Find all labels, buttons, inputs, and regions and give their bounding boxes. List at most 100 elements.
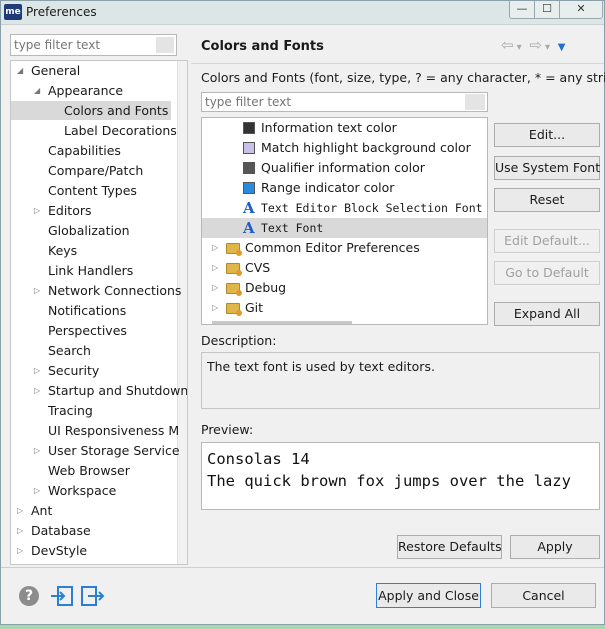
tree-item[interactable]: ▷ Debug (202, 278, 487, 298)
minimize-button[interactable]: — (509, 1, 535, 19)
sidebar-item-label: Database (31, 523, 91, 538)
sidebar-item[interactable]: ▷ Workspace (11, 481, 179, 500)
sidebar-item[interactable]: ▷ Ant (11, 501, 179, 520)
tree-item[interactable]: Range indicator color (202, 178, 487, 198)
sidebar-item[interactable]: Keys (11, 241, 179, 260)
tree-item[interactable]: ▷ CVS (202, 258, 487, 278)
font-icon: A (243, 199, 255, 217)
export-icon[interactable] (80, 584, 106, 608)
sidebar-item[interactable]: ▷ Startup and Shutdown (11, 381, 187, 400)
collapsed-arrow-icon[interactable]: ▷ (17, 501, 23, 520)
sidebar-item-label: Keys (48, 243, 78, 258)
preview-box: Consolas 14 The quick brown fox jumps ov… (201, 442, 600, 510)
header-separator (191, 63, 604, 64)
collapsed-arrow-icon[interactable]: ▷ (34, 481, 40, 500)
go-to-default-button[interactable]: Go to Default (494, 261, 600, 285)
sidebar-item[interactable]: ▷ Editors (11, 201, 179, 220)
cancel-button[interactable]: Cancel (491, 583, 596, 608)
sidebar-item-label: Web Browser (48, 463, 130, 478)
sidebar-item[interactable]: UI Responsiveness M (11, 421, 179, 440)
tree-item[interactable]: Match highlight background color (202, 138, 487, 158)
sidebar-item[interactable]: Search (11, 341, 179, 360)
preferences-tree: ◢ General ◢ Appearance Colors and Fonts Label… (10, 60, 188, 565)
collapsed-arrow-icon[interactable]: ▷ (212, 278, 218, 298)
folder-icon (226, 243, 242, 256)
sidebar-item[interactable]: ▷ Database (11, 521, 179, 540)
sidebar-item[interactable]: Globalization (11, 221, 179, 240)
tree-item-label: Debug (245, 280, 287, 295)
collapsed-arrow-icon[interactable]: ▷ (34, 281, 40, 300)
maximize-button[interactable]: ☐ (534, 1, 560, 19)
sidebar-item[interactable]: Capabilities (11, 141, 179, 160)
use-system-font-button[interactable]: Use System Font (494, 156, 600, 180)
tree-item[interactable]: ▷ Common Editor Preferences (202, 238, 487, 258)
collapsed-arrow-icon[interactable]: ▷ (34, 441, 40, 460)
tree-item[interactable]: Qualifier information color (202, 158, 487, 178)
sidebar-item[interactable]: ▷ DevStyle (11, 541, 179, 560)
sidebar-filter-clear-button[interactable] (156, 37, 174, 53)
tree-item[interactable]: A Text Font (202, 218, 487, 238)
sidebar-item-label: Startup and Shutdown (48, 383, 188, 398)
description-label: Description: (201, 333, 277, 348)
edit-default-button[interactable]: Edit Default... (494, 229, 600, 253)
sidebar-item-label: Security (48, 363, 100, 378)
sidebar-item[interactable]: Tracing (11, 401, 179, 420)
collapsed-arrow-icon[interactable]: ▷ (34, 361, 40, 380)
sidebar-item[interactable]: ▷ User Storage Service (11, 441, 180, 460)
colors-filter-input[interactable] (202, 93, 464, 111)
sidebar-item-label: Label Decorations (64, 123, 177, 138)
reset-button[interactable]: Reset (494, 188, 600, 212)
collapsed-arrow-icon[interactable]: ▷ (212, 238, 218, 258)
help-icon[interactable]: ? (19, 586, 39, 606)
collapsed-arrow-icon[interactable]: ▷ (34, 201, 40, 220)
colors-fonts-tree: ▷ Git ▷ Debug ▷ CVS ▷ Common Editor Preferences… (201, 117, 488, 325)
sidebar-item-label: Search (48, 343, 91, 358)
back-arrow-icon[interactable]: ⇦ (501, 36, 514, 54)
restore-defaults-button[interactable]: Restore Defaults (397, 535, 502, 559)
edit-button[interactable]: Edit... (494, 123, 600, 147)
sidebar-item-label: Content Types (48, 183, 137, 198)
expanded-arrow-icon[interactable]: ◢ (17, 61, 23, 80)
sidebar-item[interactable]: ▷ Security (11, 361, 179, 380)
close-button[interactable]: ✕ (559, 1, 603, 19)
sidebar-item[interactable]: Perspectives (11, 321, 179, 340)
sidebar-item-label: Appearance (48, 83, 124, 98)
collapsed-arrow-icon[interactable]: ▷ (34, 381, 40, 400)
forward-arrow-icon[interactable]: ⇨ (529, 36, 542, 54)
sidebar-item[interactable]: Web Browser (11, 461, 179, 480)
apply-button[interactable]: Apply (510, 535, 600, 559)
sidebar-item[interactable]: Content Types (11, 181, 179, 200)
view-menu-icon[interactable]: ▼ (558, 42, 566, 53)
sidebar-item-label: DevStyle (31, 543, 88, 558)
back-dropdown-icon[interactable]: ▾ (517, 42, 522, 53)
sidebar-item[interactable]: Colors and Fonts (11, 101, 171, 120)
sidebar-item[interactable]: Notifications (11, 301, 179, 320)
collapsed-arrow-icon[interactable]: ▷ (212, 298, 218, 318)
sidebar-filter (10, 34, 177, 56)
apply-and-close-button[interactable]: Apply and Close (376, 583, 481, 608)
tree-item[interactable]: A Text Editor Block Selection Font (202, 198, 487, 218)
sidebar-item-label: Editors (48, 203, 92, 218)
sidebar-item[interactable]: ◢ Appearance (11, 81, 179, 100)
sidebar-item[interactable]: ▷ Network Connections (11, 281, 181, 300)
sidebar-item[interactable]: ◢ General (11, 61, 179, 80)
footer-separator (1, 567, 604, 568)
sidebar-item[interactable]: Link Handlers (11, 261, 179, 280)
collapsed-arrow-icon[interactable]: ▷ (212, 258, 218, 278)
collapsed-arrow-icon[interactable]: ▷ (17, 521, 23, 540)
forward-dropdown-icon[interactable]: ▾ (545, 42, 550, 53)
expand-all-button[interactable]: Expand All (494, 302, 600, 326)
tree-item-label: Range indicator color (261, 180, 395, 195)
expanded-arrow-icon[interactable]: ◢ (34, 81, 40, 100)
color-swatch-icon (243, 142, 255, 154)
sidebar-item[interactable]: Label Decorations (11, 121, 179, 140)
tree-item[interactable]: ▷ Git (202, 298, 487, 318)
sidebar-filter-input[interactable] (11, 35, 156, 55)
colors-tree-hscrollbar[interactable] (212, 321, 352, 324)
colors-filter-clear-button[interactable] (465, 94, 485, 110)
sidebar-item[interactable]: Compare/Patch (11, 161, 179, 180)
collapsed-arrow-icon[interactable]: ▷ (17, 541, 23, 560)
tree-item[interactable]: Information text color (202, 118, 487, 138)
sidebar-item-label: Notifications (48, 303, 127, 318)
import-icon[interactable] (49, 584, 75, 608)
